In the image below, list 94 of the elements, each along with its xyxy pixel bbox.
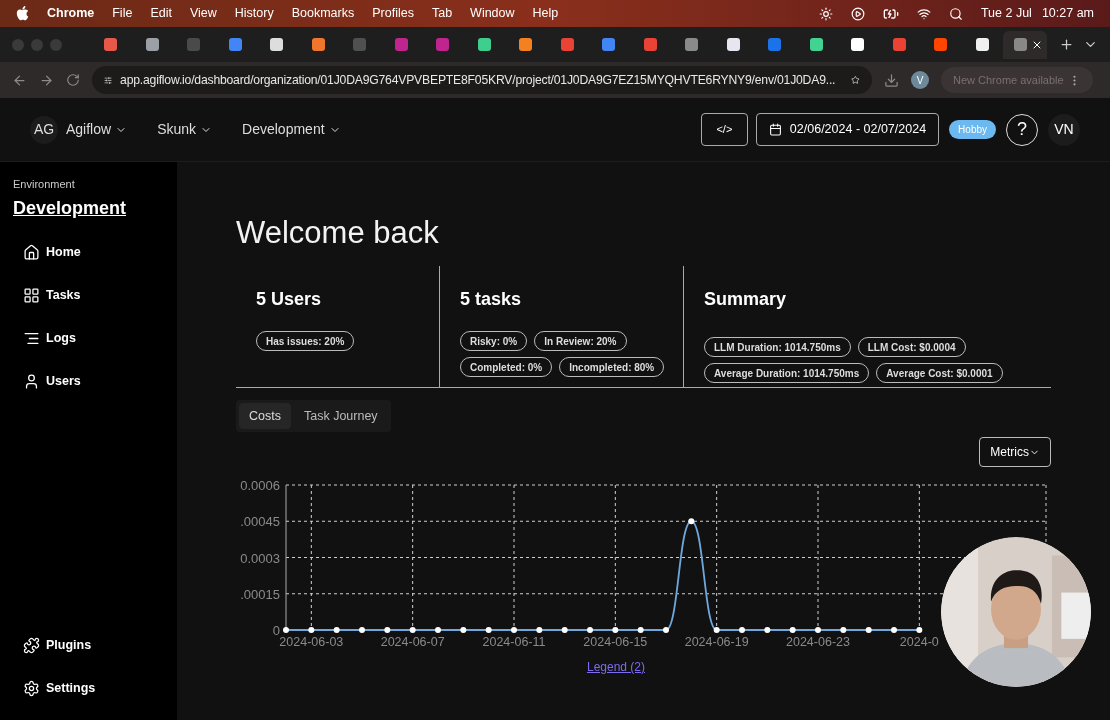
download-icon[interactable]	[884, 72, 899, 88]
menu-item[interactable]: Window	[470, 4, 515, 23]
data-point	[865, 627, 872, 633]
data-point	[435, 627, 441, 633]
sidebar-item[interactable]: Plugins	[23, 634, 177, 657]
play-icon[interactable]	[850, 6, 865, 21]
breadcrumb-dropdown[interactable]: Development	[242, 119, 341, 140]
apple-logo-icon[interactable]	[16, 6, 29, 21]
y-tick-label: 0	[272, 623, 280, 638]
menu-item[interactable]: Edit	[150, 4, 172, 23]
y-tick-label: 0.0003	[240, 550, 280, 566]
x-tick-label: 2024-06-03	[279, 635, 344, 649]
menu-item[interactable]: File	[112, 4, 133, 23]
x-tick-label: 2024-0	[899, 635, 939, 649]
sidebar-item[interactable]: Settings	[23, 677, 177, 700]
data-point	[359, 627, 365, 633]
url-text: app.agiflow.io/dashboard/organization/01J0DA9G764VPVBEPTE8F05KRV/project/01J0DA9G7EZ15MYQHVTE6RYNY9/env/01J0DA9...	[120, 71, 836, 89]
stat-title: 5 Users	[256, 288, 323, 311]
breadcrumb-dropdown[interactable]: Agiflow	[66, 119, 128, 140]
x-tick-label: 2024-06-15	[583, 635, 648, 649]
plugin-icon	[23, 637, 40, 654]
x-tick-label: 2024-06-07	[380, 635, 445, 649]
sidebar-item[interactable]: Tasks	[23, 283, 177, 307]
data-point	[713, 627, 720, 633]
metrics-dropdown[interactable]: Metrics	[979, 437, 1051, 467]
data-point	[612, 627, 619, 633]
data-point	[308, 627, 315, 633]
date-range-button[interactable]: 02/06/2024 - 02/07/2024	[755, 113, 940, 146]
menu-item[interactable]: Profiles	[372, 4, 414, 23]
y-tick-label: .00015	[240, 586, 280, 602]
data-point	[511, 627, 517, 633]
view-tab[interactable]: Task Journey	[293, 403, 388, 429]
data-point	[789, 627, 796, 633]
plan-badge: Hobby	[949, 120, 996, 139]
sidebar-item[interactable]: Logs	[23, 326, 177, 350]
environment-title[interactable]: Development	[13, 194, 177, 222]
reload-icon[interactable]	[66, 73, 80, 87]
user-avatar[interactable]: VN	[1048, 113, 1080, 146]
data-point	[384, 627, 391, 633]
data-point	[764, 627, 771, 633]
sidebar-item[interactable]: Home	[23, 240, 177, 264]
data-point	[536, 627, 543, 633]
legend-link[interactable]: Legend (2)	[586, 658, 645, 676]
home-icon	[23, 243, 40, 261]
org-initials[interactable]: AG	[30, 115, 58, 144]
data-point	[688, 518, 695, 525]
data-point	[587, 627, 593, 633]
code-button[interactable]: </>	[700, 113, 748, 146]
app-menu[interactable]: Chrome	[47, 4, 95, 23]
view-tab[interactable]: Costs	[239, 403, 291, 429]
data-point	[561, 627, 568, 633]
calendar-icon	[768, 123, 782, 136]
welcome-title: Welcome back	[236, 214, 440, 252]
sidebar-item[interactable]: Users	[23, 369, 177, 393]
y-tick-label: .00045	[240, 514, 280, 530]
data-point	[663, 627, 669, 633]
address-field[interactable]: app.agiflow.io/dashboard/organization/01J0DA9G764VPVBEPTE8F05KRV/project/01J0DA9G7EZ15MYQHVTE6RYNY9/env/01J0DA9...	[92, 66, 872, 94]
stat-title: Summary	[704, 288, 788, 311]
data-point	[333, 627, 340, 633]
wifi-icon[interactable]	[916, 6, 931, 21]
grid-icon	[23, 286, 40, 304]
menu-bar-time[interactable]: 10:27 am	[1041, 4, 1094, 23]
user-icon	[23, 372, 40, 390]
stat-title: 5 tasks	[460, 288, 523, 311]
menu-item[interactable]: Help	[532, 4, 559, 23]
data-point	[916, 627, 923, 633]
data-point	[485, 627, 492, 633]
breadcrumb-dropdown[interactable]: Skunk	[157, 119, 213, 140]
data-point	[637, 627, 644, 633]
profile-avatar[interactable]: V	[911, 71, 929, 89]
data-point	[891, 627, 897, 633]
environment-label: Environment	[13, 177, 76, 192]
bookmark-star-icon[interactable]	[851, 73, 860, 87]
menu-item[interactable]: Bookmarks	[291, 4, 355, 23]
search-icon[interactable]	[948, 6, 963, 21]
data-point	[840, 627, 847, 633]
data-point	[815, 627, 821, 633]
settings-icon	[23, 680, 40, 697]
forward-icon[interactable]	[39, 72, 54, 88]
back-icon[interactable]	[12, 72, 27, 88]
data-point	[409, 627, 416, 633]
x-tick-label: 2024-06-19	[684, 635, 749, 649]
menu-item[interactable]: History	[234, 4, 274, 23]
sun-icon[interactable]	[818, 6, 833, 21]
new-tab-icon[interactable]	[1059, 37, 1074, 52]
data-point	[460, 627, 467, 633]
menu-item[interactable]: Tab	[431, 4, 453, 23]
x-tick-label: 2024-06-23	[786, 635, 850, 649]
menu-bar-date[interactable]: Tue 2 Jul	[980, 4, 1032, 23]
menu-item[interactable]: View	[189, 4, 217, 23]
y-tick-label: 0.0006	[240, 478, 280, 493]
data-point	[283, 627, 289, 633]
x-tick-label: 2024-06-11	[482, 635, 546, 649]
data-point	[739, 627, 745, 633]
